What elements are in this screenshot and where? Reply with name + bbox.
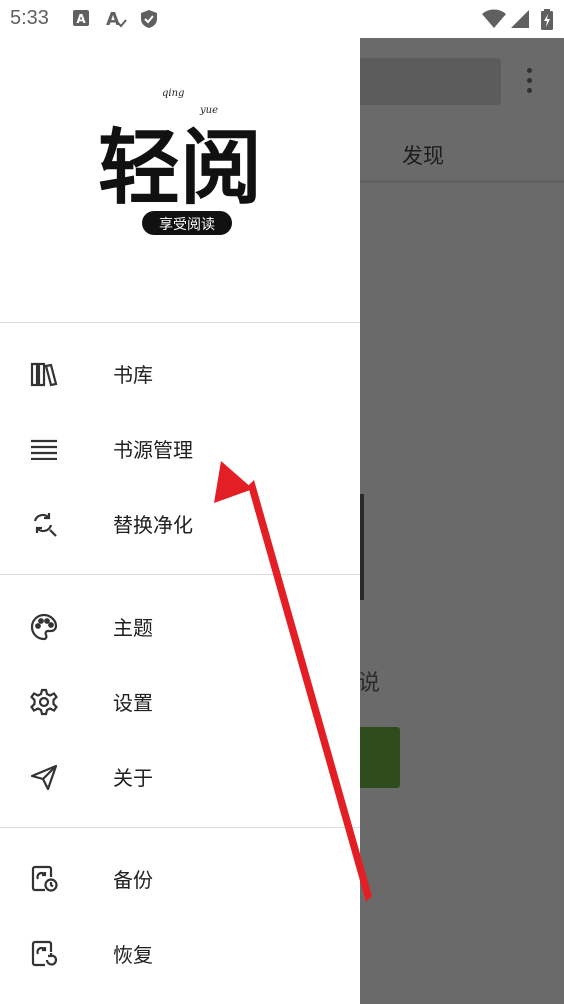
drawer-item-label: 替换净化 xyxy=(113,513,193,537)
background-search-bar[interactable] xyxy=(350,58,501,105)
menu-lines-icon xyxy=(30,435,58,463)
send-icon xyxy=(30,763,58,791)
drawer-item-label: 备份 xyxy=(113,868,153,892)
gear-icon xyxy=(30,688,58,716)
a-autofill-icon: A xyxy=(105,9,127,33)
drawer-item-label: 恢复 xyxy=(113,943,153,967)
drawer-item-backup[interactable]: 备份 xyxy=(0,841,360,916)
drawer-item-label: 关于 xyxy=(113,766,153,790)
drawer-item-label: 主题 xyxy=(113,616,153,640)
battery-charging-icon xyxy=(540,9,554,35)
background-green-button[interactable] xyxy=(358,727,400,788)
app-logo: qing yue 轻阅 享受阅读 xyxy=(80,86,280,246)
logo-seal-text: 享受阅读 xyxy=(159,216,215,233)
tab-divider xyxy=(360,180,564,183)
svg-text:A: A xyxy=(76,12,86,26)
backup-icon xyxy=(30,865,58,893)
drawer-item-label: 设置 xyxy=(113,691,153,715)
more-vert-icon[interactable] xyxy=(524,68,534,98)
drawer-item-restore[interactable]: 恢复 xyxy=(0,916,360,991)
navigation-drawer: qing yue 轻阅 享受阅读 书库 书源管理 替换净化 主题 设置 关于 备… xyxy=(0,38,360,1004)
shield-check-icon xyxy=(140,9,158,33)
signal-icon xyxy=(510,9,530,33)
wifi-icon xyxy=(482,9,506,33)
logo-main-text: 轻阅 xyxy=(98,120,262,216)
status-time: 5:33 xyxy=(10,7,49,29)
drawer-item-label: 书库 xyxy=(113,363,153,387)
drawer-item-settings[interactable]: 设置 xyxy=(0,664,360,739)
drawer-item-library[interactable]: 书库 xyxy=(0,336,360,411)
drawer-item-about[interactable]: 关于 xyxy=(0,739,360,814)
logo-pinyin-bottom: yue xyxy=(199,105,218,116)
logo-pinyin-top: qing xyxy=(162,88,184,99)
tab-discover[interactable]: 发现 xyxy=(402,140,444,170)
library-books-icon xyxy=(30,360,58,388)
svg-text:A: A xyxy=(106,9,120,29)
drawer-divider xyxy=(0,322,360,323)
status-bar: 5:33 A A xyxy=(0,0,564,38)
drawer-divider xyxy=(0,827,360,828)
drawer-item-book-sources[interactable]: 书源管理 xyxy=(0,411,360,486)
background-partial-text: 说 xyxy=(358,671,381,696)
drawer-item-replace[interactable]: 替换净化 xyxy=(0,486,360,561)
a-box-icon: A xyxy=(72,9,90,31)
drawer-item-theme[interactable]: 主题 xyxy=(0,589,360,664)
drawer-item-label: 书源管理 xyxy=(113,438,193,462)
palette-icon xyxy=(30,613,58,641)
find-replace-icon xyxy=(30,510,58,538)
restore-icon xyxy=(30,940,58,968)
drawer-divider xyxy=(0,574,360,575)
